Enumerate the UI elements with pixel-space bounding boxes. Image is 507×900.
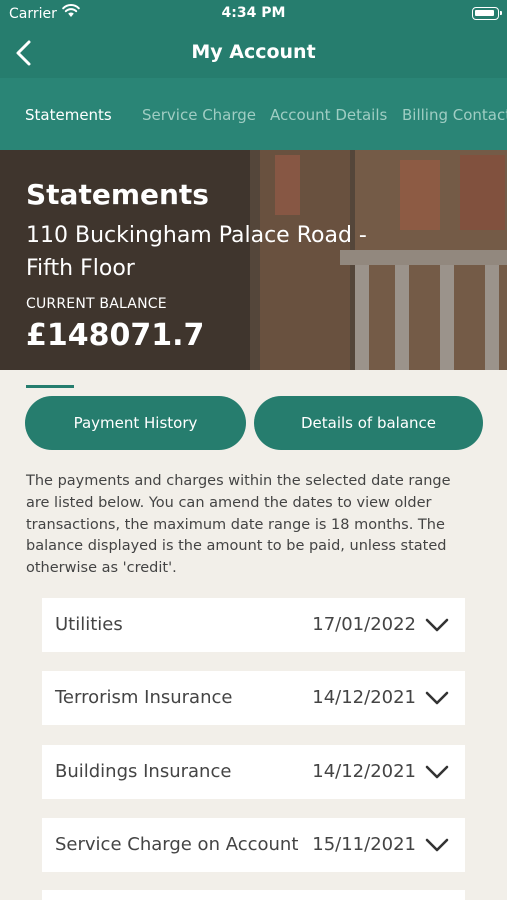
chevron-down-icon: [425, 765, 449, 779]
battery-icon: [472, 7, 502, 20]
list-item-partial: [42, 890, 465, 900]
payment-history-button[interactable]: Payment History: [25, 396, 246, 450]
list-item[interactable]: Utilities 17/01/2022: [42, 598, 465, 652]
item-date: 14/12/2021: [312, 687, 416, 708]
item-date: 17/01/2022: [312, 614, 416, 635]
balance-label: CURRENT BALANCE: [26, 296, 167, 312]
tab-bar: Statements Service Charge Account Detail…: [0, 78, 507, 150]
section-title: Statements: [26, 178, 209, 211]
section-divider: [26, 385, 74, 388]
item-label: Buildings Insurance: [55, 761, 232, 782]
navigation-bar: Carrier 4:34 PM My Account: [0, 0, 507, 78]
info-paragraph: The payments and charges within the sele…: [26, 473, 451, 577]
item-date: 15/11/2021: [312, 834, 416, 855]
tab-statements[interactable]: Statements: [25, 106, 112, 124]
hero-banner: Statements 110 Buckingham Palace Road - …: [0, 150, 507, 370]
chevron-down-icon: [425, 618, 449, 632]
details-of-balance-button[interactable]: Details of balance: [254, 396, 483, 450]
tab-account-details[interactable]: Account Details: [270, 106, 387, 124]
page-title: My Account: [191, 41, 316, 63]
hero-content: Statements 110 Buckingham Palace Road - …: [26, 178, 406, 353]
item-label: Service Charge on Account: [55, 834, 299, 855]
list-item[interactable]: Terrorism Insurance 14/12/2021: [42, 671, 465, 725]
item-date: 14/12/2021: [312, 761, 416, 782]
list-item[interactable]: Service Charge on Account 15/11/2021: [42, 818, 465, 872]
tab-billing-contact[interactable]: Billing Contact: [402, 106, 507, 124]
item-label: Utilities: [55, 614, 123, 635]
clock: 4:34 PM: [221, 5, 286, 21]
tab-service-charge[interactable]: Service Charge: [142, 106, 256, 124]
property-address: 110 Buckingham Palace Road - Fifth Floor: [26, 223, 367, 281]
chevron-down-icon: [425, 838, 449, 852]
chevron-down-icon: [425, 691, 449, 705]
current-balance: £148071.7: [26, 318, 205, 353]
status-bar: Carrier 4:34 PM: [0, 0, 507, 28]
item-label: Terrorism Insurance: [55, 687, 233, 708]
list-item[interactable]: Buildings Insurance 14/12/2021: [42, 745, 465, 799]
